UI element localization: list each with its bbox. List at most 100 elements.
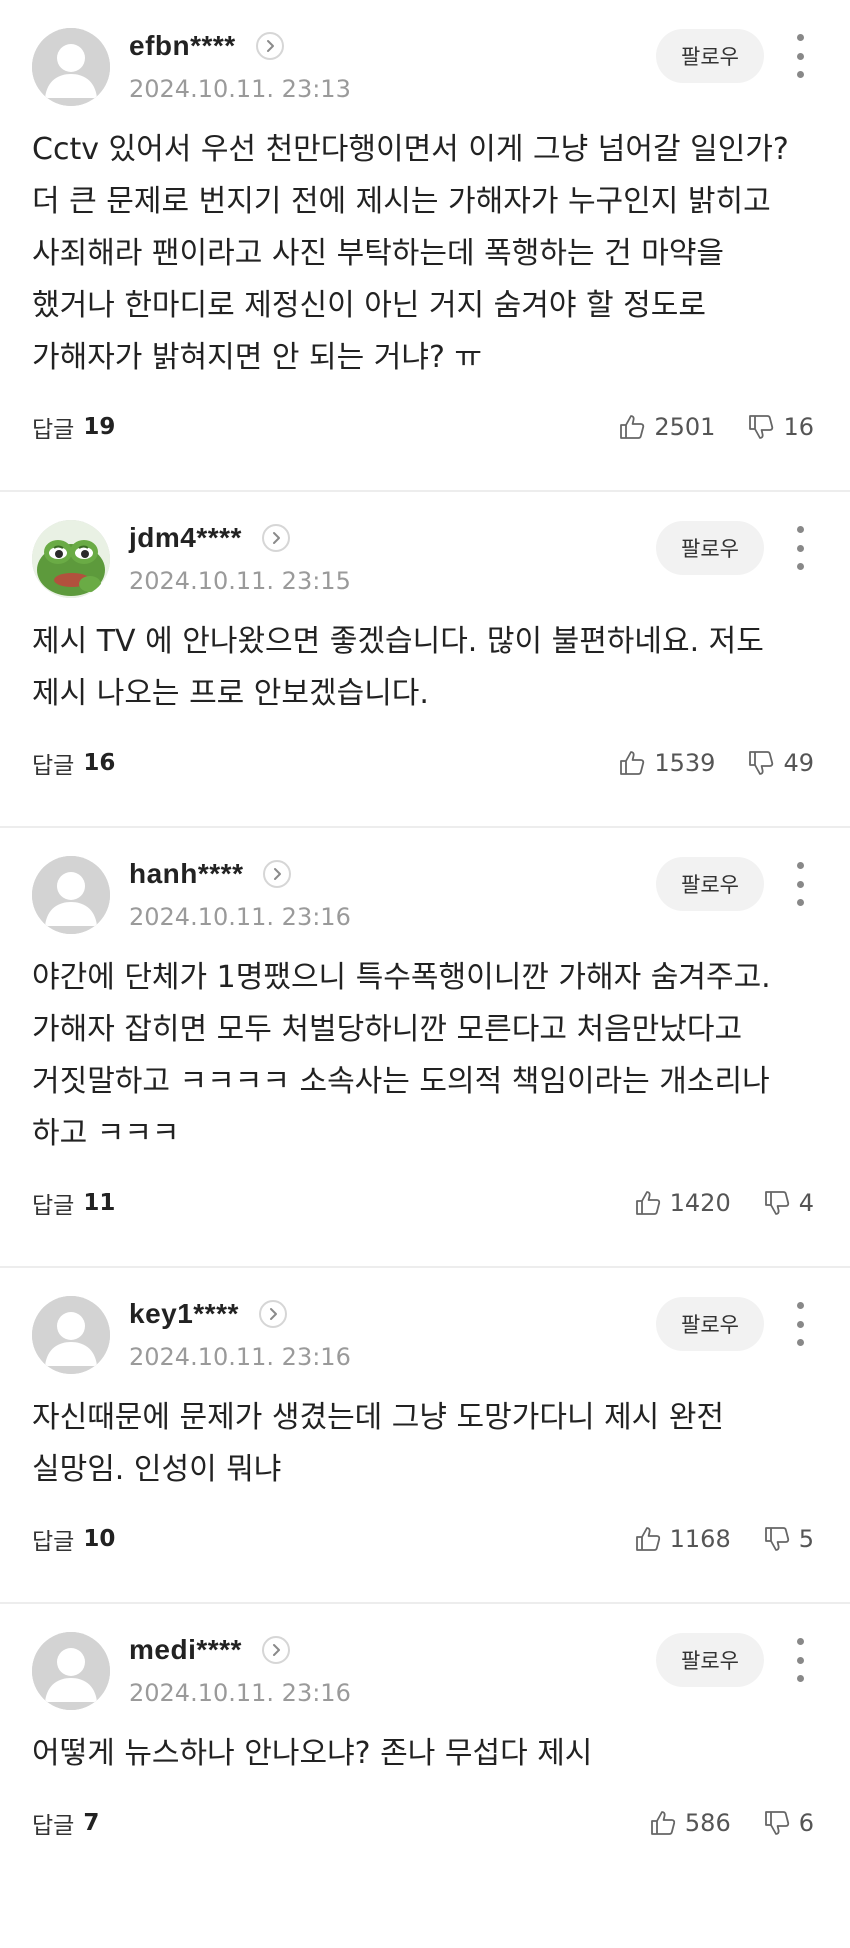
comment-footer: 답글 11 1420 4: [32, 1170, 818, 1236]
comment-item-4: key1**** 2024.10.11. 23:16 팔로우 자신때문에 문제가…: [0, 1268, 850, 1604]
comment-list: efbn**** 2024.10.11. 23:13 팔로우 Cctv 있어서 …: [0, 0, 850, 1856]
like-count: 1420: [669, 1189, 731, 1217]
comment-header: efbn**** 2024.10.11. 23:13 팔로우: [32, 0, 818, 120]
comment-date: 2024.10.11. 23:16: [129, 1343, 351, 1371]
comment-text: 제시 TV 에 안나왔으면 좋겠습니다. 많이 불편하네요. 저도 제시 나오는…: [32, 624, 764, 711]
nickname[interactable]: medi****: [129, 1634, 242, 1666]
frog-avatar-icon: [32, 520, 110, 598]
comment-item-3: hanh**** 2024.10.11. 23:16 팔로우 야간에 단체가 1…: [0, 828, 850, 1268]
comment-footer: 답글 19 2501 16: [32, 394, 818, 460]
comment-header: medi**** 2024.10.11. 23:16 팔로우: [32, 1604, 818, 1724]
avatar[interactable]: [32, 520, 110, 598]
comment-header: key1**** 2024.10.11. 23:16 팔로우: [32, 1268, 818, 1388]
dislike-count: 4: [798, 1189, 814, 1217]
nickname[interactable]: key1****: [129, 1298, 239, 1330]
reply-count: 7: [83, 1810, 100, 1836]
like-count: 1168: [669, 1525, 731, 1553]
comment-item-1: efbn**** 2024.10.11. 23:13 팔로우 Cctv 있어서 …: [0, 0, 850, 492]
avatar[interactable]: [32, 28, 110, 106]
dislike-count: 49: [783, 749, 814, 777]
vote-group: 1539 49: [618, 749, 814, 777]
like-count: 1539: [654, 749, 716, 777]
thumbs-down-icon: [747, 749, 775, 777]
dislike-button[interactable]: 16: [747, 413, 814, 441]
more-options-icon[interactable]: [792, 34, 808, 78]
like-button[interactable]: 1168: [634, 1525, 731, 1553]
nickname-row: hanh****: [129, 856, 292, 892]
reply-label: 답글: [32, 753, 75, 779]
dislike-button[interactable]: 5: [763, 1525, 814, 1553]
comment-item-2: jdm4**** 2024.10.11. 23:15 팔로우 제시 TV 에 안…: [0, 492, 850, 828]
more-options-icon[interactable]: [792, 1638, 808, 1682]
dislike-button[interactable]: 6: [763, 1809, 814, 1837]
more-options-icon[interactable]: [792, 862, 808, 906]
follow-button[interactable]: 팔로우: [656, 857, 764, 911]
reply-button[interactable]: 답글 11: [32, 1186, 115, 1220]
reply-count: 10: [83, 1526, 116, 1552]
nickname[interactable]: jdm4****: [129, 522, 242, 554]
reply-count: 16: [83, 750, 116, 776]
vote-group: 1420 4: [634, 1189, 814, 1217]
like-button[interactable]: 1539: [618, 749, 715, 777]
like-button[interactable]: 1420: [634, 1189, 731, 1217]
nickname-row: medi****: [129, 1632, 290, 1668]
reply-label: 답글: [32, 417, 75, 443]
like-button[interactable]: 2501: [618, 413, 715, 441]
chevron-right-icon[interactable]: [261, 1636, 290, 1664]
nickname[interactable]: efbn****: [129, 30, 236, 62]
more-options-icon[interactable]: [792, 526, 808, 570]
avatar[interactable]: [32, 1296, 110, 1374]
vote-group: 586 6: [649, 1809, 814, 1837]
chevron-right-icon[interactable]: [263, 860, 292, 888]
reply-button[interactable]: 답글 16: [32, 746, 115, 780]
comment-text: 자신때문에 문제가 생겼는데 그냥 도망가다니 제시 완전 실망임. 인성이 뭐…: [32, 1400, 725, 1487]
comment-text: Cctv 있어서 우선 천만다행이면서 이게 그냥 넘어갈 일인가? 더 큰 문…: [32, 132, 789, 375]
comment-date: 2024.10.11. 23:16: [129, 1679, 351, 1707]
follow-button[interactable]: 팔로우: [656, 521, 764, 575]
avatar[interactable]: [32, 856, 110, 934]
like-count: 586: [684, 1809, 731, 1837]
reply-count: 11: [83, 1190, 116, 1216]
reply-label: 답글: [32, 1193, 75, 1219]
follow-button[interactable]: 팔로우: [656, 1297, 764, 1351]
more-options-icon[interactable]: [792, 1302, 808, 1346]
comment-footer: 답글 7 586 6: [32, 1790, 818, 1856]
nickname[interactable]: hanh****: [129, 858, 243, 890]
comment-date: 2024.10.11. 23:15: [129, 567, 351, 595]
reply-button[interactable]: 답글 19: [32, 410, 115, 444]
nickname-row: efbn****: [129, 28, 284, 64]
reply-button[interactable]: 답글 10: [32, 1522, 115, 1556]
thumbs-up-icon: [618, 413, 646, 441]
comment-header: jdm4**** 2024.10.11. 23:15 팔로우: [32, 492, 818, 612]
dislike-count: 5: [798, 1525, 814, 1553]
reply-count: 19: [83, 414, 116, 440]
follow-button[interactable]: 팔로우: [656, 1633, 764, 1687]
chevron-right-icon[interactable]: [258, 1300, 287, 1328]
dislike-button[interactable]: 49: [747, 749, 814, 777]
vote-group: 1168 5: [634, 1525, 814, 1553]
comment-date: 2024.10.11. 23:13: [129, 75, 351, 103]
default-avatar-icon: [32, 856, 110, 934]
nickname-row: key1****: [129, 1296, 287, 1332]
dislike-button[interactable]: 4: [763, 1189, 814, 1217]
thumbs-down-icon: [747, 413, 775, 441]
comment-text: 야간에 단체가 1명팼으니 특수폭행이니깐 가해자 숨겨주고. 가해자 잡히면 …: [32, 960, 771, 1151]
thumbs-down-icon: [763, 1809, 791, 1837]
reply-label: 답글: [32, 1813, 75, 1839]
vote-group: 2501 16: [618, 413, 814, 441]
chevron-right-icon[interactable]: [261, 524, 290, 552]
comment-header: hanh**** 2024.10.11. 23:16 팔로우: [32, 828, 818, 948]
avatar[interactable]: [32, 1632, 110, 1710]
default-avatar-icon: [32, 1296, 110, 1374]
chevron-right-icon[interactable]: [255, 32, 284, 60]
thumbs-down-icon: [763, 1189, 791, 1217]
default-avatar-icon: [32, 1632, 110, 1710]
thumbs-up-icon: [649, 1809, 677, 1837]
thumbs-up-icon: [634, 1525, 662, 1553]
reply-button[interactable]: 답글 7: [32, 1806, 99, 1840]
reply-label: 답글: [32, 1529, 75, 1555]
dislike-count: 16: [783, 413, 814, 441]
thumbs-down-icon: [763, 1525, 791, 1553]
follow-button[interactable]: 팔로우: [656, 29, 764, 83]
like-button[interactable]: 586: [649, 1809, 731, 1837]
